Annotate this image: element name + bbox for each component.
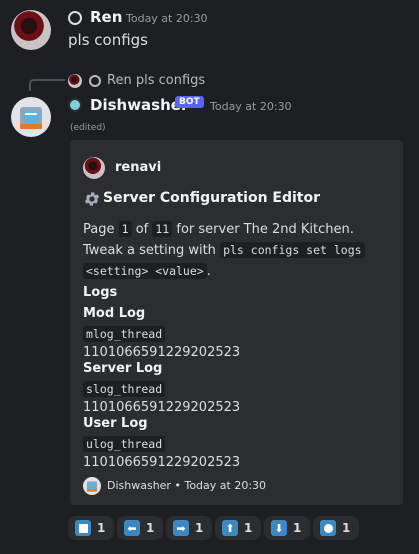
- arrow-down-icon: ⬇: [271, 520, 287, 536]
- author-name-bot[interactable]: Dishwasher: [90, 96, 188, 114]
- field-title: User Log: [83, 416, 148, 431]
- embed-description: Page 1 of 11 for server The 2nd Kitchen.…: [83, 219, 393, 282]
- arrow-left-icon: ⬅: [124, 520, 140, 536]
- timestamp: Today at 20:30: [126, 12, 208, 25]
- field-value: 1101066591229202523: [83, 455, 241, 470]
- reaction-count: 1: [293, 521, 302, 535]
- page-total: 11: [152, 221, 173, 237]
- timestamp-bot: Today at 20:30: [210, 100, 292, 113]
- message-text: pls configs: [68, 31, 148, 49]
- reaction-count: 1: [195, 521, 204, 535]
- embed-author-avatar: [83, 157, 105, 179]
- field-key: ulog_thread: [83, 436, 166, 452]
- field-mod-log: Mod Log mlog_thread 1101066591229202523: [83, 305, 383, 362]
- reply-text: pls configs: [135, 73, 206, 88]
- field-title: Server Log: [83, 361, 163, 376]
- dishwasher-icon: [86, 481, 98, 492]
- reaction-count: 1: [342, 521, 351, 535]
- reply-avatar: [68, 74, 82, 88]
- bot-avatar[interactable]: [11, 97, 51, 137]
- field-title: Mod Log: [83, 306, 146, 321]
- reaction-up[interactable]: ⬆ 1: [215, 516, 261, 540]
- arrow-right-icon: ➡: [173, 520, 189, 536]
- stop-button-icon: [75, 520, 91, 536]
- command-snippet: pls configs set logs: [220, 242, 365, 258]
- field-key: slog_thread: [83, 381, 166, 397]
- arrow-up-icon: ⬆: [222, 520, 238, 536]
- bot-badge: BOT: [175, 96, 204, 108]
- command-args: <setting> <value>: [83, 263, 207, 279]
- reply-status-icon: [89, 75, 101, 87]
- embed-author[interactable]: renavi: [115, 160, 161, 175]
- footer-time: Today at 20:30: [184, 479, 267, 492]
- edited-label: (edited): [70, 123, 106, 133]
- user-avatar-ren[interactable]: [11, 10, 51, 50]
- page-current: 1: [118, 221, 132, 237]
- footer-icon: [83, 477, 101, 495]
- field-server-log: Server Log slog_thread 11010665912292025…: [83, 360, 383, 417]
- record-button-icon: [320, 520, 336, 536]
- bot-status-icon: [68, 98, 82, 112]
- reaction-count: 1: [244, 521, 253, 535]
- footer-name: Dishwasher: [107, 479, 171, 492]
- author-name[interactable]: Ren: [90, 8, 122, 26]
- reaction-stop[interactable]: 1: [68, 516, 114, 540]
- reply-connector-icon: [29, 79, 65, 91]
- reaction-count: 1: [146, 521, 155, 535]
- gear-icon: [84, 192, 100, 206]
- reaction-count: 1: [97, 521, 106, 535]
- footer-separator: •: [174, 479, 181, 492]
- reaction-right[interactable]: ➡ 1: [166, 516, 212, 540]
- reply-preview[interactable]: Ren pls configs: [107, 73, 205, 88]
- field-key: mlog_thread: [83, 326, 166, 342]
- embed-card: renavi Server Configuration Editor Page …: [70, 140, 403, 505]
- embed-footer: Dishwasher • Today at 20:30: [107, 479, 266, 492]
- embed-title: Server Configuration Editor: [103, 190, 321, 206]
- status-circle-icon: [68, 11, 82, 25]
- reaction-down[interactable]: ⬇ 1: [264, 516, 310, 540]
- dishwasher-icon: [20, 107, 42, 129]
- reaction-left[interactable]: ⬅ 1: [117, 516, 163, 540]
- section-title: Logs: [83, 285, 118, 300]
- reply-author: Ren: [107, 73, 132, 88]
- reaction-record[interactable]: 1: [313, 516, 359, 540]
- field-user-log: User Log ulog_thread 1101066591229202523: [83, 415, 383, 472]
